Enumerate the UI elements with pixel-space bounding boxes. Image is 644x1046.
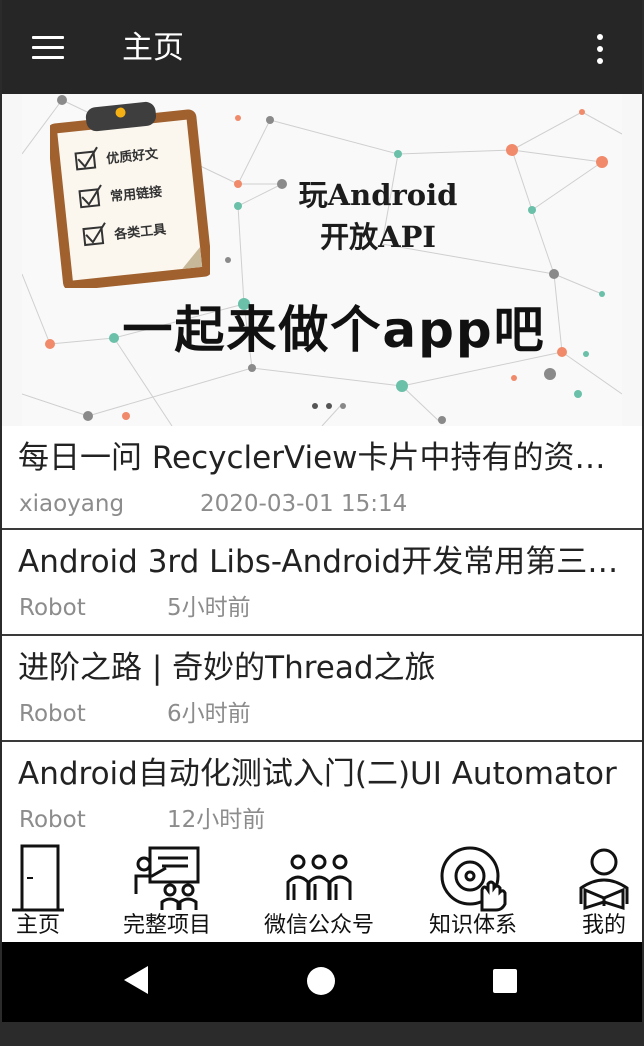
list-item[interactable]: 进阶之路 | 奇妙的Thread之旅 Robot 6小时前 (2, 636, 642, 742)
clipboard-illustration: 优质好文 常用链接 各类工具 (50, 101, 210, 288)
article-author: xiaoyang (19, 491, 125, 517)
article-time: 2020-03-01 15:14 (200, 491, 408, 517)
article-time: 5小时前 (167, 595, 251, 621)
person-reading-icon (579, 848, 629, 911)
banner-image[interactable]: 优质好文 常用链接 各类工具 玩Android 开放API 一起来做个app吧 (22, 94, 622, 426)
banner-title-line2: 开放API (320, 220, 436, 254)
tab-knowledge[interactable]: 知识体系 (416, 840, 530, 942)
tab-projects[interactable]: 完整项目 (112, 840, 222, 942)
article-list: 每日一问 RecyclerView卡片中持有的资源... xiaoyang 20… (2, 426, 642, 852)
bottom-navigation: 主页 完整项目 微信公众号 知识体系 我的 (2, 840, 642, 942)
people-group-icon (286, 854, 352, 900)
screen: 主页 优质好文 常用链接 各类工具 玩Android 开放API 一起来做个ap… (2, 0, 642, 1022)
home-icon[interactable] (306, 966, 336, 996)
presentation-icon (134, 846, 200, 910)
tab-label: 知识体系 (428, 913, 517, 938)
banner-title: 玩Android 开放API (286, 174, 470, 258)
tab-label: 微信公众号 (263, 913, 374, 938)
banner-slogan: 一起来做个app吧 (122, 301, 546, 359)
article-title: Android自动化测试入门(二)UI Automator (18, 756, 617, 792)
tab-label: 我的 (581, 913, 626, 938)
banner-carousel[interactable]: 优质好文 常用链接 各类工具 玩Android 开放API 一起来做个app吧 (2, 94, 642, 426)
carousel-indicator (312, 394, 354, 409)
list-item[interactable]: 每日一问 RecyclerView卡片中持有的资源... xiaoyang 20… (2, 426, 642, 530)
tab-wechat[interactable]: 微信公众号 (254, 840, 384, 942)
system-navigation-bar (2, 942, 642, 1022)
tab-home[interactable]: 主页 (2, 840, 74, 942)
article-time: 12小时前 (167, 807, 266, 833)
tab-label: 主页 (15, 913, 60, 938)
back-icon[interactable] (122, 964, 150, 996)
door-icon (12, 844, 64, 912)
article-title: 进阶之路 | 奇妙的Thread之旅 (18, 650, 436, 686)
recents-icon[interactable] (492, 968, 518, 994)
banner-title-line1: 玩Android (298, 178, 458, 212)
article-title: Android 3rd Libs-Android开发常用第三方... (18, 544, 630, 580)
tab-profile[interactable]: 我的 (566, 840, 642, 942)
list-item[interactable]: Android 3rd Libs-Android开发常用第三方... Robot… (2, 530, 642, 636)
article-time: 6小时前 (167, 701, 251, 727)
carousel-dot (326, 403, 332, 409)
article-title: 每日一问 RecyclerView卡片中持有的资源... (18, 440, 630, 476)
list-item[interactable]: Android自动化测试入门(二)UI Automator Robot 12小时… (2, 742, 642, 852)
article-author: Robot (19, 595, 86, 621)
article-author: Robot (19, 807, 86, 833)
article-author: Robot (19, 701, 86, 727)
app-bar: 主页 (2, 0, 642, 94)
more-options-icon[interactable] (592, 32, 608, 66)
hamburger-menu-icon[interactable] (32, 36, 64, 60)
tab-label: 完整项目 (122, 913, 211, 938)
disc-hand-icon (440, 846, 507, 912)
page-title: 主页 (122, 30, 184, 66)
carousel-dot (340, 403, 346, 409)
carousel-dot (312, 403, 318, 409)
